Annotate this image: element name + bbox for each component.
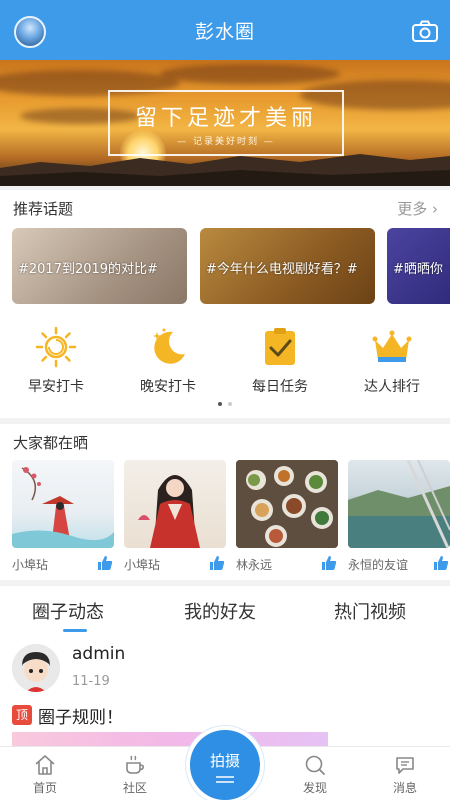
share-image bbox=[124, 460, 226, 548]
chevron-right-icon: › bbox=[432, 200, 438, 218]
share-image bbox=[12, 460, 114, 548]
top-bar: 彭水圈 bbox=[0, 0, 450, 60]
daily-task-button[interactable]: 每日任务 bbox=[224, 326, 336, 396]
moon-icon bbox=[153, 328, 185, 364]
thumbs-up-icon[interactable] bbox=[320, 554, 338, 572]
post-date: 11-19 bbox=[72, 674, 110, 689]
topic-label: #今年什么电视剧好看？# bbox=[206, 262, 358, 277]
nav-discover[interactable]: 发现 bbox=[280, 753, 350, 796]
share-author: 小埠玷 bbox=[12, 558, 49, 572]
topic-label: #晒晒你 bbox=[393, 262, 443, 277]
tab-circle-feed[interactable]: 圈子动态 bbox=[32, 598, 104, 624]
night-checkin-button[interactable]: 晚安打卡 bbox=[112, 326, 224, 396]
topic-card[interactable]: #今年什么电视剧好看？# bbox=[200, 228, 375, 304]
everyone-shares-section: 大家都在晒 小埠玷 小埠玷 林永远 永恒的友谊 bbox=[0, 424, 450, 580]
topic-label: #2017到2019的对比# bbox=[18, 262, 158, 277]
nav-label: 首页 bbox=[32, 781, 57, 795]
menu-lines-icon bbox=[216, 776, 234, 783]
more-label: 更多 bbox=[397, 200, 428, 218]
camera-icon[interactable] bbox=[412, 20, 438, 42]
banner-frame: 留下足迹才美丽 — 记录美好时刻 — bbox=[108, 90, 344, 156]
user-avatar[interactable] bbox=[14, 16, 46, 48]
shoot-button[interactable]: 拍摄 bbox=[186, 726, 264, 800]
home-icon bbox=[35, 755, 55, 775]
post-title[interactable]: 圈子规则！ bbox=[38, 703, 123, 728]
nav-label: 发现 bbox=[302, 781, 327, 795]
share-image bbox=[348, 460, 450, 548]
quick-label: 达人排行 bbox=[364, 379, 420, 395]
thumbs-up-icon[interactable] bbox=[432, 554, 450, 572]
banner-subtitle: — 记录美好时刻 — bbox=[177, 137, 275, 147]
topic-card[interactable]: #2017到2019的对比# bbox=[12, 228, 187, 304]
sun-icon bbox=[35, 326, 77, 368]
share-author: 小埠玷 bbox=[124, 558, 161, 572]
nav-label: 消息 bbox=[392, 781, 417, 795]
nav-home[interactable]: 首页 bbox=[10, 753, 80, 796]
chat-bubble-icon bbox=[396, 757, 414, 774]
thumbs-up-icon[interactable] bbox=[208, 554, 226, 572]
page-title: 彭水圈 bbox=[194, 20, 255, 43]
more-link[interactable]: 更多 › bbox=[397, 198, 438, 219]
clipboard-check-icon bbox=[265, 328, 295, 365]
app-screen: 彭水圈 留下足迹才美丽 — 记录美好时刻 — 推荐话题 更多 › #2017到2… bbox=[0, 0, 450, 800]
nav-community[interactable]: 社区 bbox=[100, 753, 170, 796]
nav-label: 社区 bbox=[122, 781, 147, 795]
share-author: 永恒的友谊 bbox=[348, 558, 409, 572]
shoot-label: 拍摄 bbox=[209, 752, 240, 770]
pinned-badge: 顶 bbox=[12, 705, 32, 725]
quick-label: 每日任务 bbox=[252, 379, 308, 395]
thumbs-up-icon[interactable] bbox=[96, 554, 114, 572]
share-image bbox=[236, 460, 338, 548]
share-card[interactable]: 小埠玷 bbox=[124, 460, 226, 574]
active-tab-indicator bbox=[63, 629, 87, 632]
share-card[interactable]: 林永远 bbox=[236, 460, 338, 574]
search-icon bbox=[305, 755, 325, 775]
section-title: 推荐话题 bbox=[13, 200, 74, 218]
quick-label: 早安打卡 bbox=[28, 379, 84, 395]
section-title: 大家都在晒 bbox=[13, 434, 89, 452]
post-image-preview[interactable] bbox=[12, 732, 328, 746]
recommended-topics-section: 推荐话题 更多 › #2017到2019的对比# #今年什么电视剧好看？# #晒… bbox=[0, 190, 450, 418]
coffee-cup-icon bbox=[126, 755, 144, 774]
topic-card[interactable]: #晒晒你 bbox=[387, 228, 450, 304]
avatar[interactable] bbox=[12, 644, 60, 692]
quick-label: 晚安打卡 bbox=[140, 379, 196, 395]
tab-hot-videos[interactable]: 热门视频 bbox=[334, 598, 406, 624]
tab-my-friends[interactable]: 我的好友 bbox=[184, 598, 256, 624]
leaderboard-button[interactable]: 达人排行 bbox=[336, 326, 448, 396]
share-author: 林永远 bbox=[236, 558, 273, 572]
nav-messages[interactable]: 消息 bbox=[370, 753, 440, 796]
hero-banner[interactable]: 留下足迹才美丽 — 记录美好时刻 — bbox=[0, 60, 450, 186]
post-author[interactable]: admin bbox=[72, 644, 125, 664]
share-card[interactable]: 小埠玷 bbox=[12, 460, 114, 574]
banner-headline: 留下足迹才美丽 bbox=[134, 106, 317, 131]
crown-icon bbox=[372, 330, 412, 362]
share-card[interactable]: 永恒的友谊 bbox=[348, 460, 450, 574]
morning-checkin-button[interactable]: 早安打卡 bbox=[0, 326, 112, 396]
page-indicator bbox=[0, 402, 450, 406]
